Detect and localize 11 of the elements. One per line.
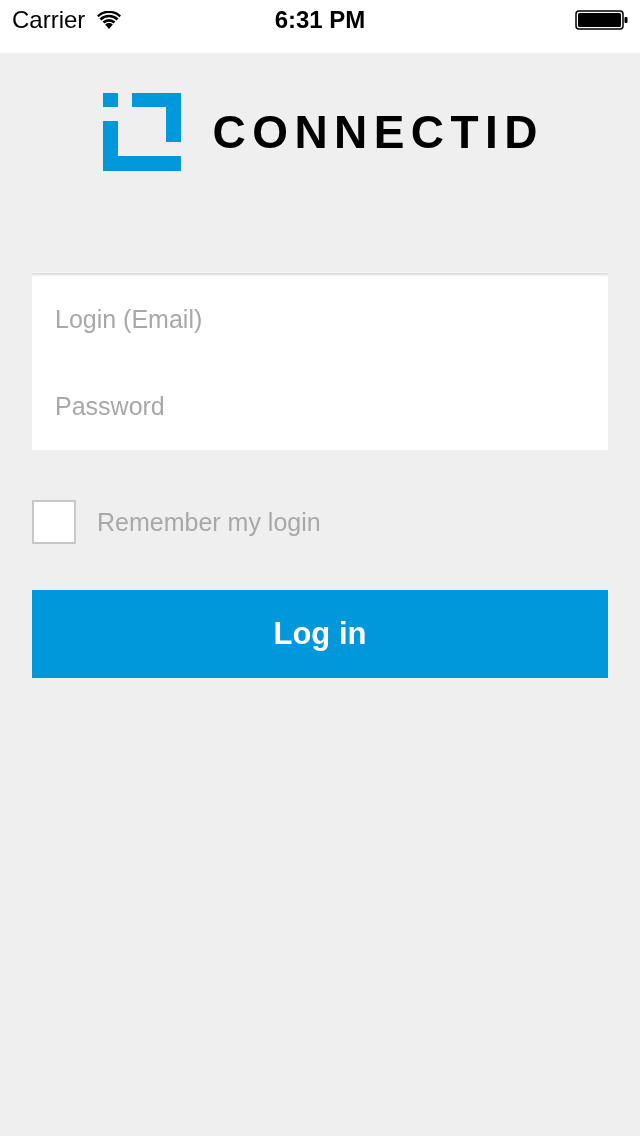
logo-icon	[102, 93, 181, 171]
carrier-label: Carrier	[12, 8, 86, 32]
logo-wordmark: CONNECTID	[212, 109, 544, 155]
input-field[interactable]: Login (Email)	[32, 276, 608, 363]
battery-icon	[575, 10, 628, 30]
remember-checkbox[interactable]	[32, 500, 76, 544]
wifi-icon	[97, 11, 122, 29]
login-button[interactable]: Log in	[32, 590, 608, 678]
remember-label: Remember my login	[97, 509, 321, 535]
input-field[interactable]: Password	[32, 363, 608, 450]
status-time: 6:31 PM	[274, 8, 366, 32]
